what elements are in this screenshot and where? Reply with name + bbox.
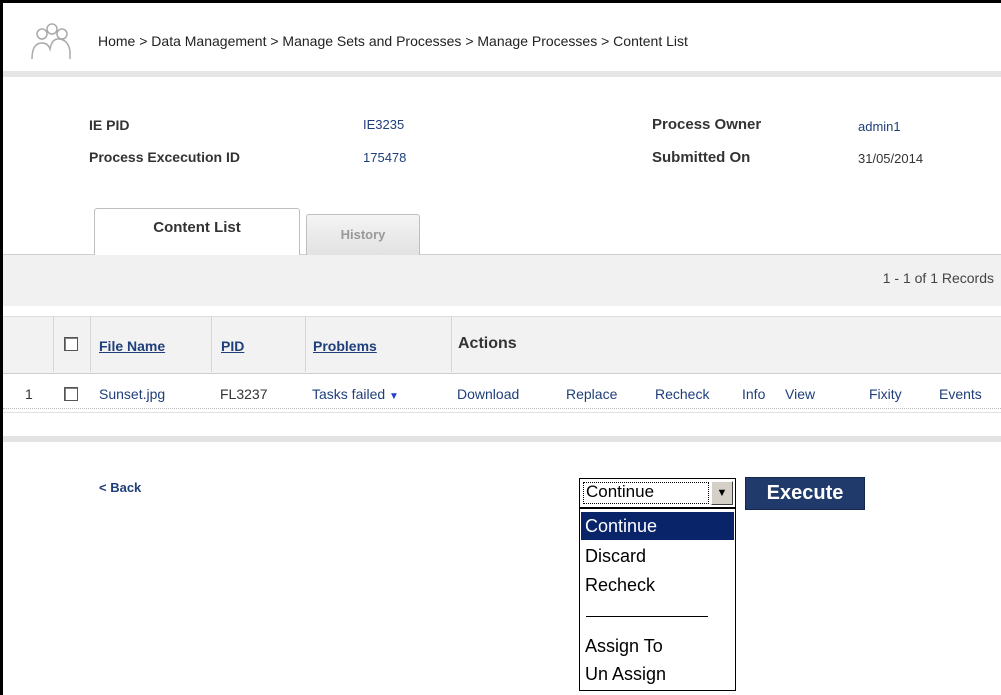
caret-down-icon: ▼ <box>389 391 399 402</box>
row-divider <box>3 408 1001 409</box>
header-divider <box>3 71 1001 77</box>
select-all-checkbox[interactable] <box>64 337 78 351</box>
column-divider <box>305 316 306 372</box>
file-name-link[interactable]: Sunset.jpg <box>99 386 165 402</box>
ie-pid-value: IE3235 <box>363 117 405 132</box>
row-checkbox[interactable] <box>64 387 78 401</box>
page-header: Home > Data Management > Manage Sets and… <box>3 3 1001 71</box>
problems-header[interactable]: Problems <box>313 338 377 354</box>
execute-button[interactable]: Execute <box>745 477 865 510</box>
action-select[interactable]: Continue ▼ <box>579 478 736 508</box>
option-discard[interactable]: Discard <box>581 542 734 570</box>
column-divider <box>90 316 91 372</box>
ie-pid-label: IE PID <box>89 117 130 133</box>
select-value: Continue <box>586 482 655 501</box>
option-un-assign[interactable]: Un Assign <box>581 660 734 688</box>
records-bar: 1 - 1 of 1 Records <box>3 254 1001 306</box>
actions-header: Actions <box>458 335 517 352</box>
option-assign-to[interactable]: Assign To <box>581 632 734 660</box>
column-divider <box>211 316 212 372</box>
back-link[interactable]: < Back <box>99 480 141 495</box>
owner-value[interactable]: admin1 <box>858 119 901 134</box>
option-separator <box>586 616 708 617</box>
option-continue[interactable]: Continue <box>581 512 734 540</box>
submitted-label: Submitted On <box>652 149 751 166</box>
breadcrumb[interactable]: Home > Data Management > Manage Sets and… <box>98 33 688 49</box>
dropdown-arrow-icon[interactable]: ▼ <box>711 481 733 505</box>
action-recheck[interactable]: Recheck <box>655 386 709 402</box>
exec-id-value: 175478 <box>363 150 407 165</box>
problems-dropdown[interactable]: Tasks failed ▼ <box>312 386 399 402</box>
file-name-header[interactable]: File Name <box>99 338 165 354</box>
users-logo-icon <box>31 23 71 60</box>
pid-value: FL3237 <box>220 386 268 402</box>
records-count: 1 - 1 of 1 Records <box>882 270 994 286</box>
pid-header[interactable]: PID <box>221 338 244 354</box>
column-divider <box>451 316 452 372</box>
action-events[interactable]: Events <box>939 386 982 402</box>
tab-history[interactable]: History <box>306 214 420 255</box>
action-info[interactable]: Info <box>742 386 765 402</box>
action-fixity[interactable]: Fixity <box>869 386 902 402</box>
section-divider <box>3 436 1001 442</box>
row-divider <box>3 412 1001 413</box>
exec-id-label: Process Excecution ID <box>89 149 240 165</box>
submitted-value: 31/05/2014 <box>858 151 924 166</box>
action-download[interactable]: Download <box>457 386 519 402</box>
action-options-list: Continue Discard Recheck Assign To Un As… <box>579 508 736 691</box>
action-view[interactable]: View <box>785 386 815 402</box>
action-replace[interactable]: Replace <box>566 386 617 402</box>
column-divider <box>53 316 54 372</box>
option-recheck[interactable]: Recheck <box>581 571 734 599</box>
owner-label: Process Owner <box>652 116 762 133</box>
tab-content-list[interactable]: Content List <box>94 208 300 255</box>
row-index: 1 <box>25 386 33 402</box>
problems-label: Tasks failed <box>312 386 386 402</box>
